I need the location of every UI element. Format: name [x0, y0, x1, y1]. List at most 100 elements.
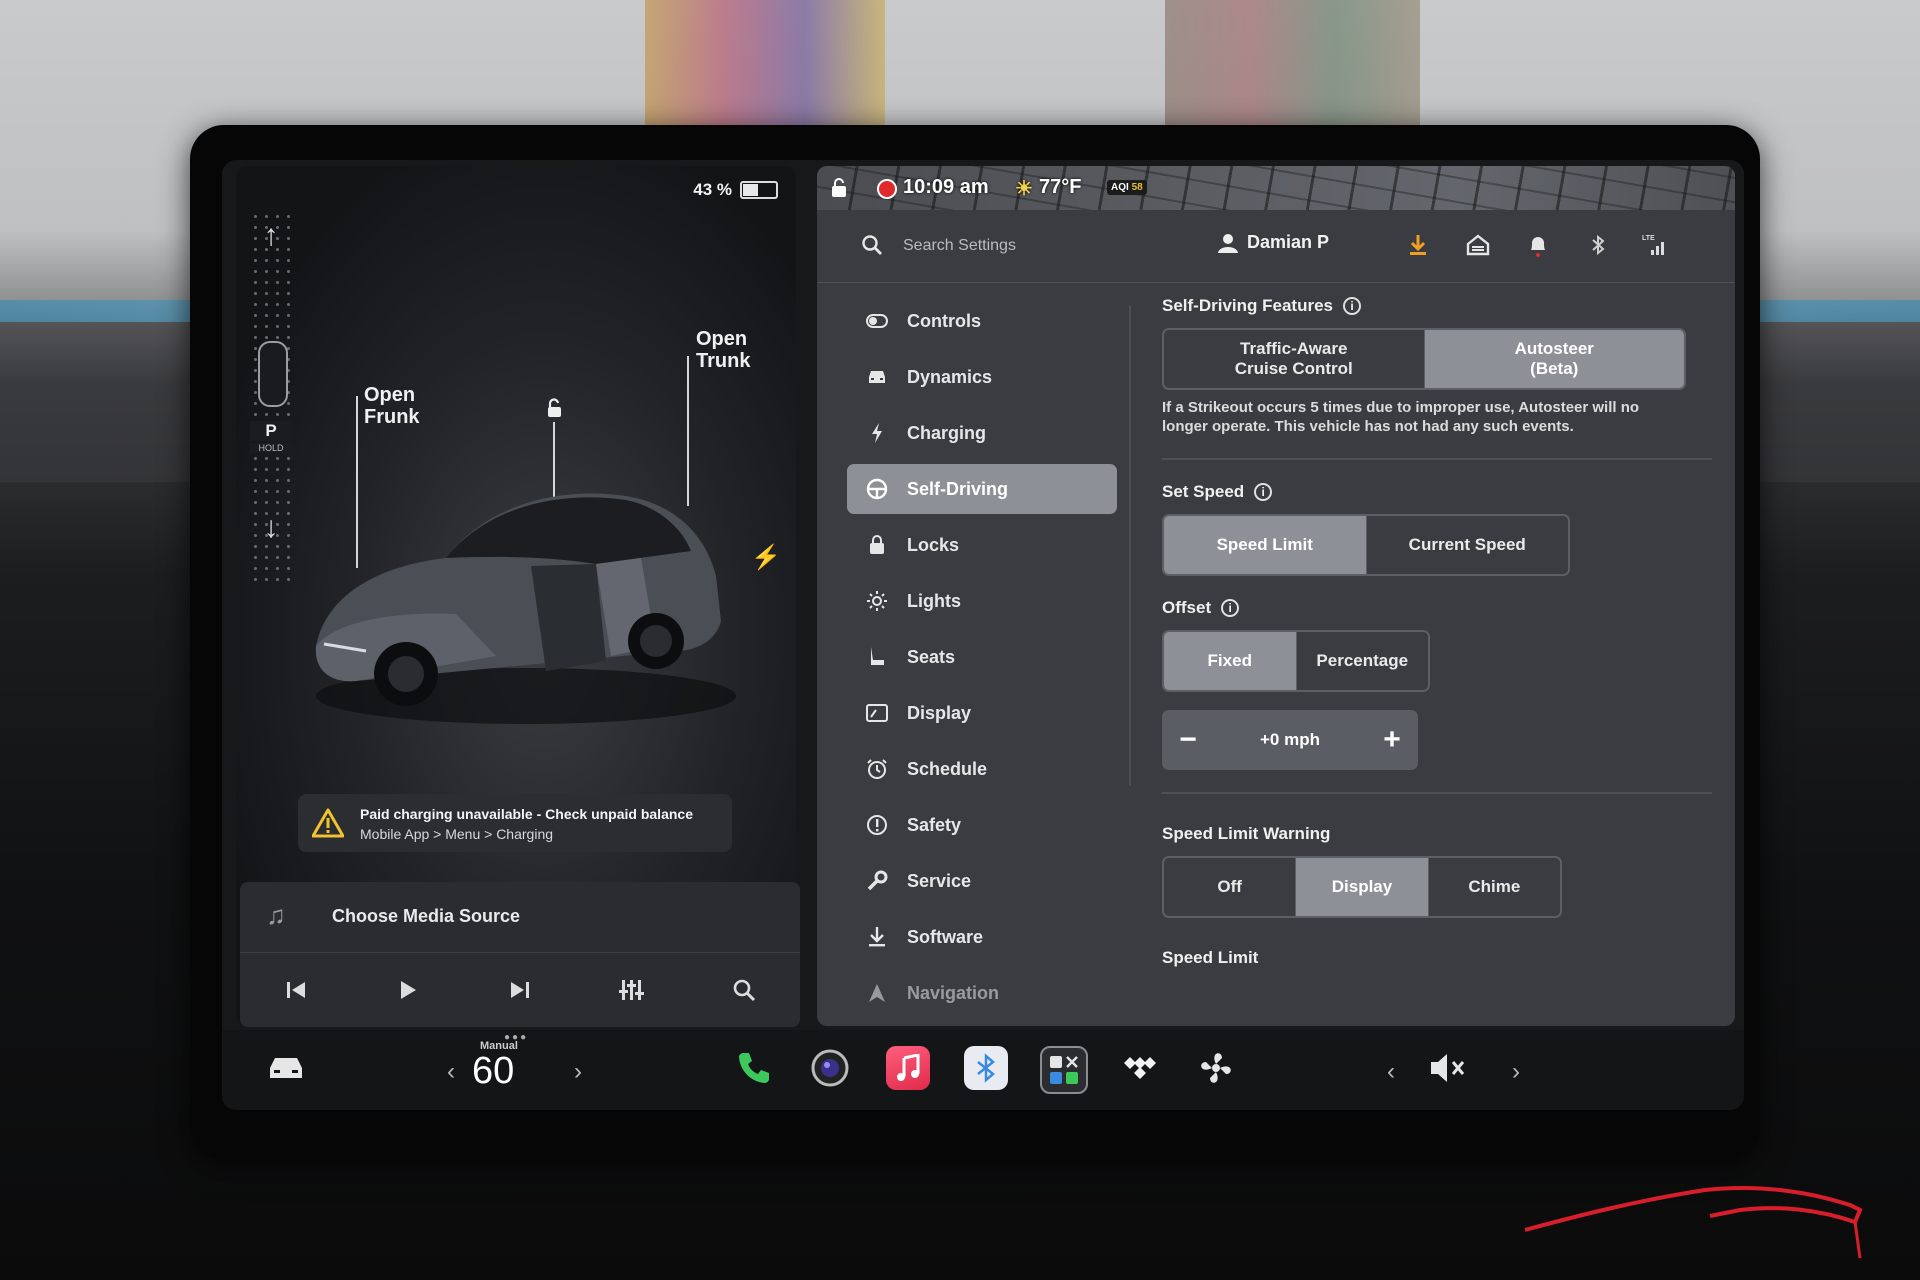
increase-speed-chevron-icon[interactable]: ›: [574, 1058, 582, 1086]
info-icon[interactable]: i: [1343, 297, 1361, 315]
warning-display-option[interactable]: Display: [1296, 858, 1429, 916]
charging-alert[interactable]: Paid charging unavailable - Check unpaid…: [298, 794, 732, 852]
nav-item-software[interactable]: Software: [847, 912, 1117, 962]
battery-indicator: 43 %: [693, 180, 778, 200]
sun-icon: [865, 589, 889, 613]
download-icon[interactable]: [1405, 232, 1431, 258]
watermark-logo: [1524, 1185, 1863, 1259]
section-divider: [1162, 792, 1712, 794]
nav-item-seats[interactable]: Seats: [847, 632, 1117, 682]
lock-status-icon: [832, 178, 846, 197]
media-search-button[interactable]: [722, 968, 766, 1012]
equalizer-icon: [619, 980, 644, 1000]
battery-icon: [740, 181, 778, 199]
music-note-icon: ♫: [266, 900, 286, 930]
unlock-icon[interactable]: [544, 398, 564, 418]
nav-item-dynamics[interactable]: Dynamics: [847, 352, 1117, 402]
volume-up-chevron-icon[interactable]: ›: [1512, 1058, 1520, 1086]
gear-selector[interactable]: ↑ P HOLD ↓: [250, 211, 292, 581]
nav-item-service[interactable]: Service: [847, 856, 1117, 906]
lock-icon: [865, 533, 889, 557]
media-source-row[interactable]: ♫ Choose Media Source: [240, 882, 800, 953]
volume-muted-icon[interactable]: [1428, 1050, 1468, 1086]
decrease-offset-button[interactable]: −: [1162, 723, 1214, 757]
nav-divider: [1129, 306, 1131, 786]
media-source-label: Choose Media Source: [332, 906, 521, 926]
notification-bell-icon[interactable]: [1525, 232, 1551, 258]
status-bar: 10:09 am ☀ 77°F AQI 58: [817, 166, 1735, 210]
battery-percent: 43 %: [693, 180, 732, 199]
traffic-aware-cruise-control-option[interactable]: Traffic-Aware Cruise Control: [1164, 330, 1425, 388]
media-controls: [240, 954, 800, 1026]
nav-item-safety[interactable]: Safety: [847, 800, 1117, 850]
arrow-down-icon[interactable]: ↓: [250, 511, 292, 545]
nav-item-charging[interactable]: Charging: [847, 408, 1117, 458]
navigation-arrow-icon: [865, 981, 889, 1005]
homelink-icon[interactable]: [1465, 232, 1491, 258]
music-app-icon[interactable]: [886, 1046, 930, 1090]
warning-off-option[interactable]: Off: [1164, 858, 1297, 916]
autosteer-beta-option[interactable]: Autosteer (Beta): [1424, 330, 1684, 388]
arrow-up-icon[interactable]: ↑: [250, 219, 292, 253]
search-icon: [733, 979, 756, 1002]
section-divider: [1162, 458, 1712, 460]
self-driving-features-title: Self-Driving Features i: [1162, 296, 1712, 316]
svg-text:LTE: LTE: [1642, 235, 1655, 242]
phone-app-icon[interactable]: [732, 1046, 776, 1090]
percentage-offset-option[interactable]: Percentage: [1296, 632, 1428, 690]
outside-temperature: 77°F: [1039, 176, 1082, 198]
fixed-offset-option[interactable]: Fixed: [1164, 632, 1297, 690]
nav-item-self-driving[interactable]: Self-Driving: [847, 464, 1117, 514]
equalizer-button[interactable]: [610, 968, 654, 1012]
nav-item-schedule[interactable]: Schedule: [847, 744, 1117, 794]
camera-app-icon[interactable]: [808, 1046, 852, 1090]
search-icon: [862, 235, 882, 255]
speed-limit-option[interactable]: Speed Limit: [1164, 516, 1367, 574]
next-track-button[interactable]: [498, 968, 542, 1012]
nav-item-display[interactable]: Display: [847, 688, 1117, 738]
volume-down-chevron-icon[interactable]: ‹: [1387, 1058, 1395, 1086]
taskbar: ●●● ‹ Manual 60 › ‹ ›: [222, 1030, 1744, 1110]
background-poster: [1165, 0, 1420, 125]
tidal-app-icon[interactable]: [1118, 1046, 1162, 1090]
display-icon: [865, 701, 889, 725]
bluetooth-app-icon[interactable]: [964, 1046, 1008, 1090]
offset-mode-selector: Fixed Percentage: [1162, 630, 1430, 692]
settings-nav: Controls Dynamics Charging Self-Driving …: [847, 296, 1117, 1024]
previous-track-button[interactable]: [274, 968, 318, 1012]
info-icon[interactable]: i: [1254, 483, 1273, 501]
open-trunk-button[interactable]: Open Trunk: [696, 328, 750, 372]
nav-item-locks[interactable]: Locks: [847, 520, 1117, 570]
alert-title: Paid charging unavailable - Check unpaid…: [360, 806, 693, 822]
gear-indicator: P: [250, 421, 292, 441]
speed-value: 60: [472, 1050, 515, 1092]
set-speed-title: Set Speed i: [1162, 482, 1712, 502]
play-icon: [401, 981, 416, 999]
info-icon[interactable]: i: [1221, 599, 1240, 617]
nav-item-controls[interactable]: Controls: [847, 296, 1117, 346]
bluetooth-icon[interactable]: [1585, 232, 1611, 258]
sun-icon: ☀: [1015, 178, 1033, 200]
driver-profile-button[interactable]: Damian P: [1217, 232, 1329, 253]
nav-item-lights[interactable]: Lights: [847, 576, 1117, 626]
media-player: ♫ Choose Media Source: [240, 882, 800, 1027]
play-button[interactable]: [386, 968, 430, 1012]
dashcam-record-icon[interactable]: [877, 179, 897, 199]
current-speed-option[interactable]: Current Speed: [1366, 516, 1568, 574]
charge-port-icon[interactable]: ⚡: [751, 543, 781, 572]
aqi-badge: AQI 58: [1107, 180, 1147, 195]
app-launcher-icon[interactable]: [1040, 1046, 1088, 1094]
warning-chime-option[interactable]: Chime: [1428, 858, 1560, 916]
nav-item-navigation[interactable]: Navigation: [847, 968, 1117, 1018]
settings-panel: 10:09 am ☀ 77°F AQI 58 Damian P LTE Cont…: [817, 166, 1735, 1026]
car-icon[interactable]: [266, 1052, 306, 1082]
lightning-icon: [865, 421, 889, 445]
settings-header: Damian P LTE: [817, 210, 1735, 283]
open-frunk-button[interactable]: Open Frunk: [364, 384, 420, 428]
decrease-speed-chevron-icon[interactable]: ‹: [447, 1058, 455, 1086]
increase-offset-button[interactable]: +: [1366, 723, 1418, 757]
speed-limit-warning-title: Speed Limit Warning: [1162, 824, 1331, 843]
speed-limit-warning-selector: Off Display Chime: [1162, 856, 1562, 918]
fan-climate-icon[interactable]: [1194, 1046, 1238, 1090]
search-settings-input[interactable]: [901, 232, 1165, 260]
